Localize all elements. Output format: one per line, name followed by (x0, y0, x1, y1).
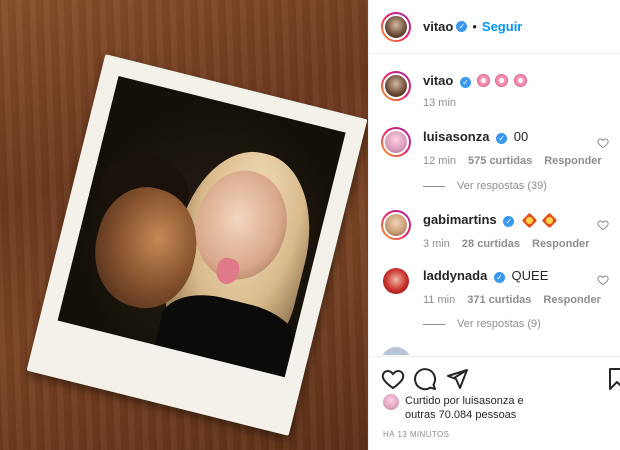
caption-username[interactable]: vitao (423, 73, 453, 88)
comment-likes[interactable]: 28 curtidas (462, 238, 520, 250)
likes-summary-line1: Curtido por luisasonza e (405, 395, 524, 407)
heart-icon[interactable] (597, 274, 609, 286)
caption-time[interactable]: 13 min (423, 97, 456, 109)
commenter-avatar[interactable] (381, 347, 411, 355)
comment-item: gabimartins ✓ 3 min 28 curtidas Responde… (381, 210, 589, 250)
commenter-username[interactable]: luisasonza (423, 129, 489, 144)
comment-item: luisasonza ✓ 00 12 min 575 curtidas Resp… (381, 127, 602, 167)
commenter-avatar[interactable] (381, 210, 411, 240)
commenter-avatar[interactable] (383, 268, 409, 294)
comment-icon[interactable] (413, 367, 437, 391)
caption: vitao ✓ 13 min (381, 71, 527, 109)
author-avatar[interactable] (381, 11, 411, 42)
heart-icon[interactable] (597, 137, 609, 149)
reply-button[interactable]: Responder (532, 238, 589, 250)
polaroid-image (57, 76, 346, 378)
comment-likes[interactable]: 371 curtidas (467, 294, 531, 306)
post-side-panel: vitao ✓ • Seguir vitao ✓ 13 min luisason… (368, 0, 620, 450)
view-replies-label: Ver respostas (9) (457, 318, 541, 330)
likes-summary[interactable]: Curtido por luisasonza e outras 70.084 p… (383, 394, 524, 422)
reply-button[interactable]: Responder (543, 294, 600, 306)
paper-plane-icon[interactable] (445, 367, 469, 391)
comments-list[interactable]: vitao ✓ 13 min luisasonza ✓ 00 12 min 57… (369, 55, 620, 355)
comment-text: QUEE (511, 268, 549, 283)
comment-item-partial: daylimas (381, 347, 479, 355)
reply-button[interactable]: Responder (544, 155, 601, 167)
post-actions-bar (369, 356, 620, 398)
burst-emoji-icon (521, 212, 538, 229)
comment-likes[interactable]: 575 curtidas (468, 155, 532, 167)
heart-icon[interactable] (381, 367, 405, 391)
comment-text: 00 (513, 129, 529, 144)
view-replies-button[interactable]: Ver respostas (9) (423, 318, 541, 330)
verified-badge-icon: ✓ (456, 21, 468, 32)
commenter-username[interactable]: daylimas (423, 355, 479, 356)
liker-avatar (383, 394, 399, 410)
polaroid-frame (26, 54, 368, 436)
verified-badge-icon: ✓ (503, 216, 515, 227)
comment-item: laddynada ✓ QUEE 11 min 371 curtidas Res… (381, 266, 601, 306)
verified-badge-icon: ✓ (496, 133, 508, 144)
commenter-username[interactable]: laddynada (423, 268, 487, 283)
burst-emoji-icon (541, 212, 557, 229)
verified-badge-icon: ✓ (459, 77, 471, 88)
flower-emoji-icon (476, 74, 490, 87)
verified-badge-icon: ✓ (493, 272, 505, 283)
flower-emoji-icon (495, 74, 509, 87)
comment-time[interactable]: 11 min (423, 294, 455, 306)
view-replies-button[interactable]: Ver respostas (39) (423, 180, 547, 192)
heart-icon[interactable] (597, 219, 609, 231)
bookmark-icon[interactable] (605, 367, 620, 391)
post-header: vitao ✓ • Seguir (369, 0, 620, 54)
likes-summary-line2: outras 70.084 pessoas (405, 409, 517, 421)
view-replies-label: Ver respostas (39) (457, 180, 547, 192)
post-photo[interactable] (0, 0, 368, 450)
post-timestamp[interactable]: HÁ 13 MINUTOS (383, 430, 449, 439)
caption-avatar[interactable] (381, 71, 411, 101)
author-username[interactable]: vitao (423, 19, 453, 34)
commenter-username[interactable]: gabimartins (423, 212, 497, 227)
flower-emoji-icon (513, 74, 527, 87)
comment-time[interactable]: 3 min (423, 238, 450, 250)
separator-dot: • (472, 19, 477, 34)
commenter-avatar[interactable] (381, 127, 411, 157)
follow-button[interactable]: Seguir (482, 19, 522, 34)
comment-time[interactable]: 12 min (423, 155, 456, 167)
